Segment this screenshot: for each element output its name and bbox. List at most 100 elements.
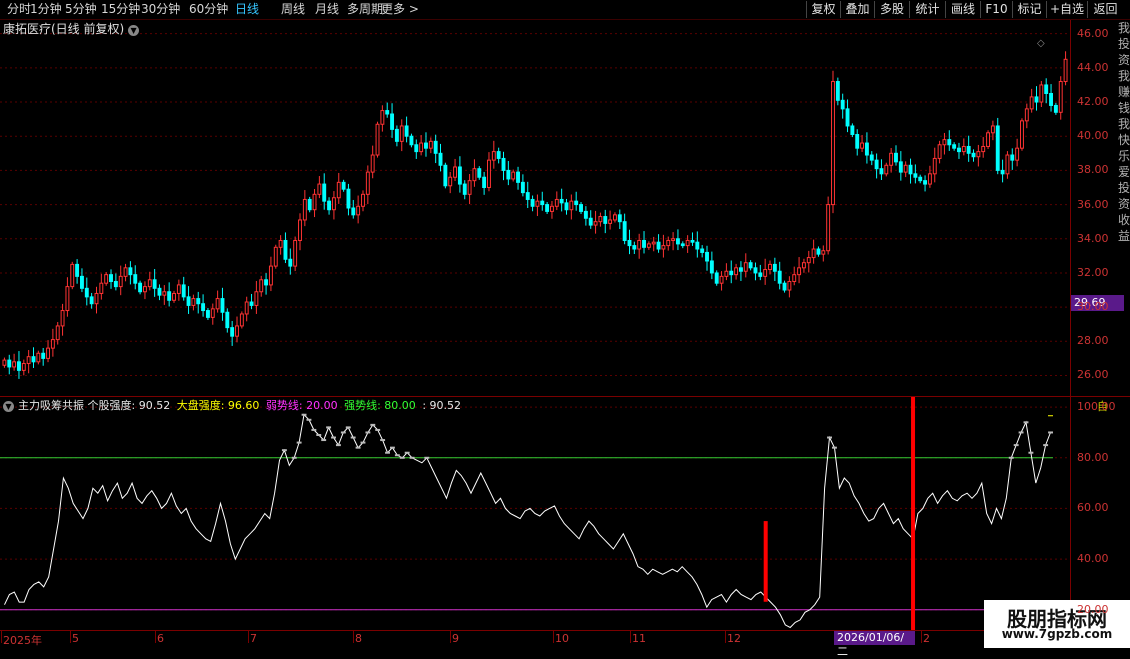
period-tab-7[interactable]: 周线 [281,2,305,16]
stock-title-text: 康拓医疗(日线 前复权) [3,22,125,36]
indicator-tick-label: 60.00 [1077,501,1109,515]
candle-body [142,286,147,293]
indicator-dropdown-icon[interactable]: ▼ [3,401,14,412]
time-axis-label: 8 [355,632,362,645]
candle-body [850,125,855,136]
candle-body [341,181,346,190]
candle-body [1034,96,1039,103]
toolbar-button-5[interactable]: F10 [980,1,1012,18]
candle-body [113,280,118,288]
price-tick-label: 28.00 [1077,334,1109,348]
candle-body [913,173,918,178]
candle-body [36,352,41,363]
period-tab-4[interactable]: 30分钟 [141,2,180,16]
candle-body [675,238,680,245]
time-axis-tick [70,631,71,643]
candle-body [569,200,574,211]
signal-bar [911,397,916,630]
candle-body [1020,120,1024,149]
candle-body [520,181,525,194]
candle-body [123,267,128,277]
toolbar-button-7[interactable]: +自选 [1046,1,1087,18]
axis-divider [1070,20,1071,630]
price-tick-label: 26.00 [1077,368,1109,382]
period-tab-1[interactable]: 1分钟 [30,2,62,16]
candle-body [428,140,433,149]
candle-body [918,176,923,182]
candle-body [995,125,1000,171]
candle-body [506,169,511,180]
price-tick-label: 38.00 [1077,163,1109,177]
candle-body [971,152,976,158]
candle-body [331,197,336,211]
candle-body [1049,92,1053,106]
candle-body [268,265,273,286]
candle-body [1010,154,1015,161]
candle-body [244,301,249,315]
candle-body [700,248,705,253]
candle-body [753,267,758,274]
candle-body [516,171,520,183]
candle-body [826,204,831,252]
title-dropdown-icon[interactable]: ▼ [128,25,140,36]
time-axis-tick [1,631,2,643]
period-tab-6[interactable]: 日线 [235,2,259,16]
toolbar-button-2[interactable]: 多股 [874,1,909,18]
candle-body [254,291,259,306]
indicator-label-2: 弱势线: 20.00 [265,399,342,412]
candle-body [336,181,341,199]
candle-body [361,193,365,207]
candle-body [12,361,17,368]
toolbar-button-8[interactable]: 返回 [1087,1,1123,18]
time-axis-label: 11 [632,632,646,645]
candle-body [109,274,113,282]
candle-body [1029,96,1034,110]
period-tab-8[interactable]: 月线 [315,2,339,16]
candle-body [656,241,661,250]
toolbar-button-0[interactable]: 复权 [806,1,840,18]
time-axis-label: 10 [555,632,569,645]
candle-body [763,269,768,277]
candle-body [617,214,622,223]
candle-body [322,183,327,202]
time-axis-label: 9 [452,632,459,645]
candle-body [990,125,995,134]
candle-body [574,200,579,206]
toolbar-button-4[interactable]: 画线 [945,1,980,18]
candle-body [603,216,608,224]
period-tab-10[interactable]: 更多 > [381,2,419,16]
candle-body [472,168,477,182]
candle-body [772,263,777,272]
candle-body [365,171,370,195]
candle-body [370,154,375,173]
toolbar-button-6[interactable]: 标记 [1012,1,1046,18]
price-tick-label: 40.00 [1077,129,1109,143]
period-tab-2[interactable]: 5分钟 [65,2,97,16]
candle-body [424,142,428,149]
candle-body [79,275,84,289]
candle-body [167,291,172,301]
candle-body [17,361,21,371]
period-tab-3[interactable]: 15分钟 [101,2,140,16]
candle-body [448,176,453,187]
candle-body [75,263,80,277]
candle-body [205,310,210,318]
candle-body [768,263,772,271]
candle-body [191,298,196,306]
candle-body [554,198,559,207]
period-tab-0[interactable]: 分时 [7,2,31,16]
candle-body [642,239,646,248]
period-tab-5[interactable]: 60分钟 [189,2,228,16]
candle-body [152,279,157,289]
candle-body [327,200,332,211]
candle-body [186,296,191,306]
candle-body [1053,104,1058,113]
toolbar-button-3[interactable]: 统计 [909,1,945,18]
candle-body [927,173,932,185]
toolbar-button-1[interactable]: 叠加 [840,1,874,18]
indicator-tick-label: 40.00 [1077,552,1109,566]
period-tab-9[interactable]: 多周期 [347,2,383,16]
candle-body [196,298,201,305]
time-axis-label: 2025年 [3,634,42,647]
candle-body [201,303,206,312]
